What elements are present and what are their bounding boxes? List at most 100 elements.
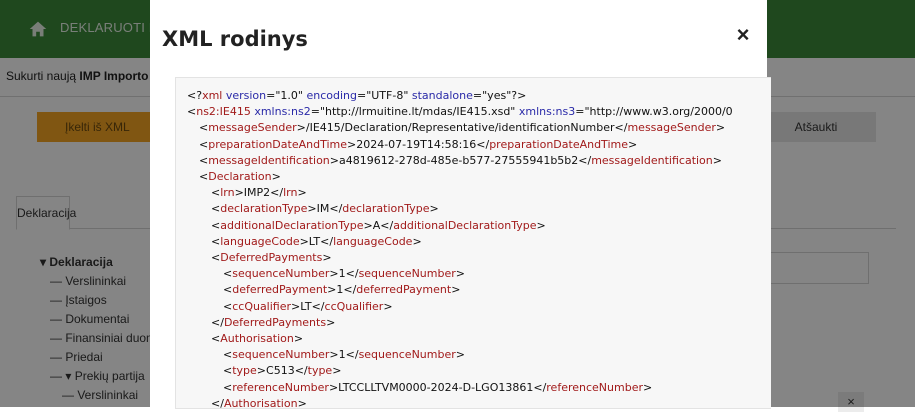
xml-text: >/IE415/Declaration/Representative/ident… (296, 121, 628, 135)
xml-line: <sequenceNumber>1</sequenceNumber> (223, 267, 465, 280)
xml-content[interactable]: <?xml version="1.0" encoding="UTF-8" sta… (175, 77, 771, 409)
xml-line: <ns2:IE415 xmlns:ns2="http://lrmuitine.l… (187, 105, 733, 118)
xml-line: <type>C513</type> (223, 364, 341, 377)
xml-attr-name: version (225, 89, 267, 102)
xml-text: > (429, 202, 439, 216)
xml-text: < (211, 251, 221, 264)
xml-tag-name: messageIdentification (591, 153, 713, 167)
xml-text: ="UTF-8" (356, 89, 412, 102)
xml-text: < (223, 348, 233, 362)
xml-text: > (297, 396, 307, 409)
xml-tag-name: languageCode (220, 234, 300, 248)
xml-view-modal: XML rodinys × <?xml version="1.0" encodi… (150, 0, 771, 409)
xml-tag-name: ccQualifier (232, 299, 292, 313)
xml-line: < referenceNumber>LTCCLLTVM0000-2024-D-LG… (223, 381, 652, 394)
xml-tag-name: sequenceNumber (358, 267, 456, 281)
xml-tag-name: declarationType (342, 202, 430, 216)
xml-line: <messageSender>/IE415/Declaration/Repres… (199, 121, 725, 134)
xml-line: <messageIdentification>a4819612-278d-485… (199, 154, 722, 167)
xml-line: </DeferredPayments> (211, 316, 335, 329)
xml-text: < (211, 186, 221, 200)
xml-text: < (199, 153, 209, 167)
xml-line: <sequenceNumber>1</sequenceNumber> (223, 348, 465, 361)
xml-line: <lrn>IMP2</lrn> (211, 186, 307, 199)
xml-text: < (223, 364, 233, 378)
xml-text: < (187, 105, 197, 119)
xml-text: >IM</ (307, 202, 343, 216)
xml-line: </Authorisation> (211, 396, 307, 409)
xml-text: >A</ (363, 218, 394, 232)
xml-text: < (211, 234, 221, 248)
xml-text: > (271, 170, 281, 183)
xml-line: < preparationDateAndTime>2024-07-19T14:58… (199, 138, 637, 151)
xml-text: < (199, 121, 209, 135)
xml-text: <? (187, 89, 203, 102)
xml-tag-name: declarationType (220, 202, 308, 216)
xml-text: > (332, 364, 342, 378)
xml-text: < (223, 299, 233, 313)
xml-text: > (412, 234, 422, 248)
xml-text: ="http://www.w3.org/2000/0 (575, 105, 733, 119)
xml-text: >1</ (329, 267, 359, 281)
xml-line: <ccQualifier>LT</ccQualifier> (223, 300, 393, 313)
xml-text: > (536, 218, 546, 232)
xml-text: < (223, 267, 233, 281)
xml-text: >LTCCLLTVM0000-2024-D-LGO13861</ (328, 380, 547, 394)
xml-text: ="http://lrmuitine.lt/mdas/IE415.xsd" (310, 105, 519, 119)
xml-tag-name: deferredPayment (232, 283, 328, 297)
xml-line: <declarationType>IM</declarationType> (211, 202, 439, 215)
xml-line: <languageCode>LT</languageCode> (211, 235, 422, 248)
xml-text: > (715, 121, 726, 135)
xml-tag-name: ccQualifier (324, 299, 384, 313)
xml-tag-name: type (307, 364, 333, 378)
xml-tag-name: Authorisation (220, 332, 294, 345)
xml-line: <Authorisation> (211, 332, 303, 345)
xml-text: > (455, 267, 465, 281)
xml-tag-name: messageIdentification (208, 153, 330, 167)
xml-tag-name: DeferredPayments (220, 251, 323, 264)
xml-text: >LT</ (291, 299, 325, 313)
xml-text: >1</ (327, 283, 357, 297)
xml-text: </ (211, 315, 224, 329)
xml-line: <Declaration> (199, 170, 281, 183)
xml-tag-name: type (232, 364, 257, 378)
xml-text: < (211, 202, 221, 216)
xml-text: > (451, 283, 461, 297)
xml-text: > (297, 186, 307, 200)
xml-tag-name: preparationDateAndTime (489, 137, 628, 151)
xml-text: >1</ (329, 348, 359, 362)
xml-tag-name: lrn (283, 186, 298, 200)
xml-line: <DeferredPayments> (211, 251, 332, 264)
xml-text: > (293, 332, 304, 345)
xml-text: > (455, 348, 465, 362)
xml-tag-name: messageSender (208, 121, 297, 135)
xml-text: > (383, 299, 393, 313)
xml-text: > (643, 380, 653, 394)
xml-tag-name: lrn (220, 186, 235, 200)
xml-text: >LT</ (299, 234, 334, 248)
xml-line: <?xml version="1.0" encoding="UTF-8" sta… (187, 89, 526, 102)
xml-tag-name: xml (202, 89, 223, 102)
xml-text: < (223, 283, 233, 297)
xml-text: >a4819612-278d-485e-b577-27555941b5b2</ (329, 153, 592, 167)
xml-tag-name: DeferredPayments (223, 315, 327, 329)
xml-text: < (199, 137, 209, 151)
xml-tag-name: sequenceNumber (358, 348, 456, 362)
xml-attr-name: xmlns:ns2 (254, 105, 311, 119)
xml-text: < (211, 218, 221, 232)
xml-tag-name: ns2:IE415 (196, 105, 251, 119)
xml-tag-name: referenceNumber (546, 380, 643, 394)
xml-tag-name: sequenceNumber (232, 348, 330, 362)
xml-text: >IMP2</ (234, 186, 284, 200)
xml-attr-name: encoding (306, 89, 357, 102)
xml-text: < (199, 170, 209, 183)
xml-tag-name: sequenceNumber (232, 267, 330, 281)
xml-text: > (627, 137, 638, 151)
xml-text: < (223, 380, 233, 394)
xml-text: </ (211, 396, 224, 409)
xml-tag-name: Authorisation (223, 396, 298, 409)
xml-text: > (326, 315, 336, 329)
xml-tag-name: additionalDeclarationType (220, 218, 364, 232)
close-button[interactable]: × (731, 23, 755, 47)
xml-text: >2024-07-19T14:58:16</ (347, 137, 490, 151)
